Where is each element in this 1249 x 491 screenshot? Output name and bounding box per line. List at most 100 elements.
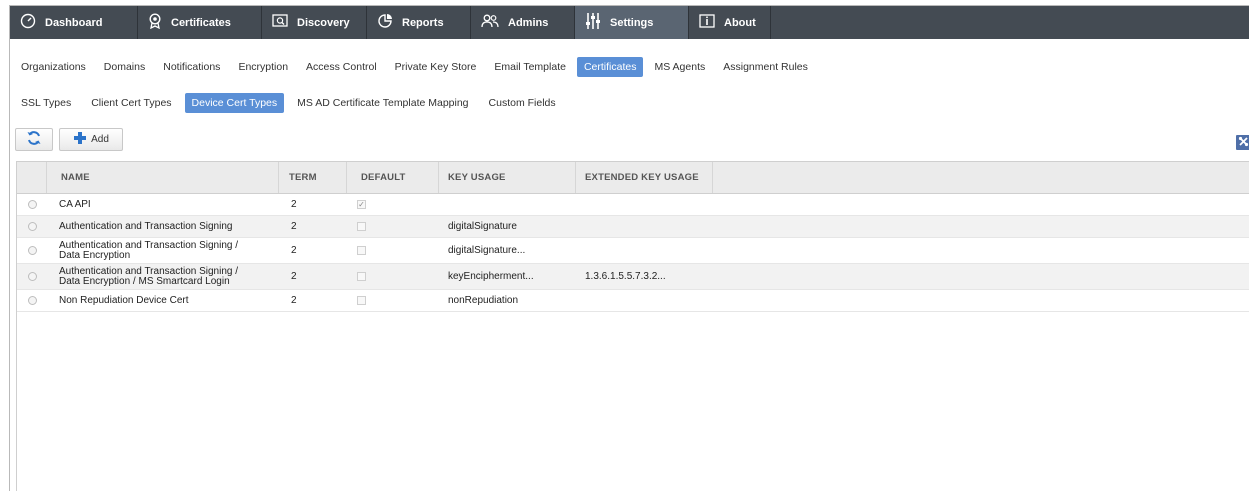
row-radio[interactable] xyxy=(27,296,37,305)
plus-icon xyxy=(73,131,87,148)
cell-name: Authentication and Transaction Signing /… xyxy=(47,264,279,289)
cell-default xyxy=(347,290,439,311)
cell-term: 2 xyxy=(291,295,297,306)
row-radio[interactable] xyxy=(27,222,37,231)
nav-settings[interactable]: Settings xyxy=(575,6,689,39)
cell-default xyxy=(347,238,439,263)
dashboard-icon xyxy=(20,13,45,32)
tab-access-control[interactable]: Access Control xyxy=(299,57,384,77)
cell-term: 2 xyxy=(291,199,297,210)
default-checkbox xyxy=(357,272,366,281)
tab-private-key-store[interactable]: Private Key Store xyxy=(388,57,484,77)
about-icon xyxy=(699,14,724,31)
cell-name: Authentication and Transaction Signing xyxy=(47,216,279,237)
row-select-cell xyxy=(17,216,47,237)
row-radio[interactable] xyxy=(27,200,37,209)
check-icon: ✓ xyxy=(358,199,365,209)
tab-domains[interactable]: Domains xyxy=(97,57,152,77)
nav-label: Settings xyxy=(610,16,654,29)
refresh-icon xyxy=(26,130,42,149)
nav-label: Certificates xyxy=(171,16,231,29)
tab-ssl-types[interactable]: SSL Types xyxy=(14,93,78,113)
default-checkbox xyxy=(357,296,366,305)
tab-ms-agents[interactable]: MS Agents xyxy=(647,57,712,77)
cell-default xyxy=(347,216,439,237)
tools-button[interactable] xyxy=(1236,135,1249,150)
table-row[interactable]: Authentication and Transaction Signing /… xyxy=(17,238,1249,264)
settings-tabs: Organizations Domains Notifications Encr… xyxy=(14,56,815,78)
discovery-icon xyxy=(272,14,297,31)
name-line: Authentication and Transaction Signing xyxy=(59,220,233,232)
column-header-extended-key-usage[interactable]: EXTENDED KEY USAGE xyxy=(576,162,713,193)
nav-label: Discovery xyxy=(297,16,350,29)
column-header-filler xyxy=(713,162,1249,193)
certificate-icon xyxy=(148,13,171,32)
select-column-header xyxy=(17,162,47,193)
cell-term: 2 xyxy=(291,271,297,282)
nav-about[interactable]: About xyxy=(689,6,771,39)
cell-term: 2 xyxy=(291,245,297,256)
cell-key-usage: digitalSignature... xyxy=(448,245,526,256)
row-select-cell xyxy=(17,194,47,215)
name-line: Data Encryption / MS Smartcard Login xyxy=(59,275,230,287)
column-header-term[interactable]: TERM xyxy=(279,162,347,193)
default-checkbox: ✓ xyxy=(357,200,366,209)
nav-label: About xyxy=(724,16,756,29)
nav-discovery[interactable]: Discovery xyxy=(262,6,367,39)
add-button[interactable]: Add xyxy=(59,127,123,151)
refresh-button[interactable] xyxy=(15,127,53,151)
top-nav: Dashboard Certificates Discovery Reports… xyxy=(10,6,1249,39)
tab-encryption[interactable]: Encryption xyxy=(231,57,295,77)
cell-key-usage: nonRepudiation xyxy=(448,295,519,306)
cell-key-usage: digitalSignature xyxy=(448,221,517,232)
nav-reports[interactable]: Reports xyxy=(367,6,471,39)
toolbar: Add xyxy=(15,127,123,151)
row-select-cell xyxy=(17,290,47,311)
app-frame: Dashboard Certificates Discovery Reports… xyxy=(9,5,1249,491)
table-row[interactable]: CA API 2 ✓ xyxy=(17,194,1249,216)
tab-device-cert-types[interactable]: Device Cert Types xyxy=(184,93,285,113)
row-radio[interactable] xyxy=(27,246,37,255)
table-row[interactable]: Non Repudiation Device Cert 2 nonRepudia… xyxy=(17,290,1249,312)
row-radio[interactable] xyxy=(27,272,37,281)
tab-email-template[interactable]: Email Template xyxy=(487,57,573,77)
admins-icon xyxy=(481,14,508,31)
column-header-name[interactable]: NAME xyxy=(47,162,279,193)
row-select-cell xyxy=(17,238,47,263)
nav-dashboard[interactable]: Dashboard xyxy=(10,6,138,39)
cell-name: Non Repudiation Device Cert xyxy=(47,290,279,311)
default-checkbox xyxy=(357,222,366,231)
cell-name: Authentication and Transaction Signing /… xyxy=(47,238,279,263)
table-header: NAME TERM DEFAULT KEY USAGE EXTENDED KEY… xyxy=(17,162,1249,194)
cell-ext-key-usage xyxy=(576,238,713,263)
tab-notifications[interactable]: Notifications xyxy=(156,57,227,77)
nav-admins[interactable]: Admins xyxy=(471,6,575,39)
name-line: CA API xyxy=(59,198,91,210)
cell-name: CA API xyxy=(47,194,279,215)
tab-client-cert-types[interactable]: Client Cert Types xyxy=(84,93,178,113)
column-header-default[interactable]: DEFAULT xyxy=(347,162,439,193)
cell-key-usage: keyEncipherment... xyxy=(448,271,534,282)
tab-assignment-rules[interactable]: Assignment Rules xyxy=(716,57,815,77)
table-row[interactable]: Authentication and Transaction Signing /… xyxy=(17,264,1249,290)
name-line: Non Repudiation Device Cert xyxy=(59,294,189,306)
nav-label: Admins xyxy=(508,16,549,29)
cell-default: ✓ xyxy=(347,194,439,215)
device-cert-types-table: NAME TERM DEFAULT KEY USAGE EXTENDED KEY… xyxy=(16,161,1249,491)
tab-organizations[interactable]: Organizations xyxy=(14,57,93,77)
default-checkbox xyxy=(357,246,366,255)
nav-label: Dashboard xyxy=(45,16,103,29)
tab-ms-ad-template-mapping[interactable]: MS AD Certificate Template Mapping xyxy=(290,93,475,113)
name-line: Authentication and Transaction Signing / xyxy=(59,265,239,277)
nav-certificates[interactable]: Certificates xyxy=(138,6,262,39)
tab-certificates[interactable]: Certificates xyxy=(576,57,644,77)
cell-ext-key-usage xyxy=(576,216,713,237)
cell-ext-key-usage xyxy=(576,194,713,215)
tab-custom-fields[interactable]: Custom Fields xyxy=(482,93,563,113)
nav-label: Reports xyxy=(402,16,444,29)
tools-icon xyxy=(1238,136,1249,150)
table-row[interactable]: Authentication and Transaction Signing 2… xyxy=(17,216,1249,238)
column-header-key-usage[interactable]: KEY USAGE xyxy=(439,162,576,193)
name-line: Authentication and Transaction Signing / xyxy=(59,239,239,251)
cell-key-usage xyxy=(439,194,576,215)
